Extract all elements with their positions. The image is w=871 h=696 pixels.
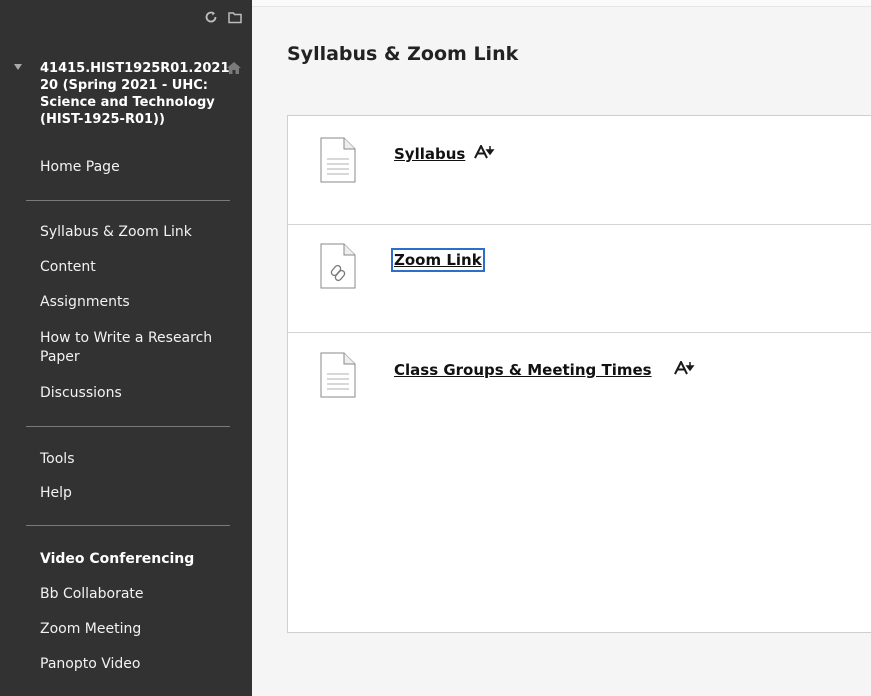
folder-icon[interactable] (228, 9, 242, 24)
sidebar-item-tools[interactable]: Tools (40, 450, 75, 469)
page-title: Syllabus & Zoom Link (287, 43, 519, 65)
link-document-icon (320, 243, 356, 289)
sidebar-item-research-paper[interactable]: How to Write a Research Paper (40, 329, 225, 367)
content-link-class-groups[interactable]: Class Groups & Meeting Times (394, 361, 652, 379)
sidebar-item-discussions[interactable]: Discussions (40, 384, 122, 403)
content-link-zoom-link[interactable]: Zoom Link (391, 248, 485, 272)
sidebar-tools (204, 9, 242, 24)
sidebar-item-content[interactable]: Content (40, 258, 96, 277)
sidebar-divider (26, 426, 230, 427)
collapse-caret-icon[interactable] (14, 64, 22, 70)
home-icon[interactable] (226, 60, 242, 74)
sidebar-section-heading: Video Conferencing (40, 551, 195, 567)
document-icon (320, 137, 356, 183)
refresh-icon[interactable] (204, 9, 218, 23)
sidebar-item-assignments[interactable]: Assignments (40, 293, 130, 312)
sidebar-item-panopto-video[interactable]: Panopto Video (40, 655, 140, 674)
course-title[interactable]: 41415.HIST1925R01.2021 20 (Spring 2021 -… (40, 60, 230, 128)
sidebar-item-home-page[interactable]: Home Page (40, 158, 120, 177)
course-sidebar: 41415.HIST1925R01.2021 20 (Spring 2021 -… (0, 0, 252, 696)
alternative-formats-icon[interactable] (674, 359, 696, 375)
content-link-syllabus[interactable]: Syllabus (394, 145, 465, 163)
alternative-formats-icon[interactable] (474, 143, 496, 159)
content-item: Zoom Link (288, 225, 871, 332)
content-item: Syllabus (288, 116, 871, 224)
content-list: Syllabus Zoom Link Class Groups & Meetin… (287, 115, 871, 633)
sidebar-divider (26, 200, 230, 201)
document-icon (320, 352, 356, 398)
sidebar-item-zoom-meeting[interactable]: Zoom Meeting (40, 620, 141, 639)
sidebar-item-help[interactable]: Help (40, 484, 72, 503)
sidebar-item-syllabus-zoom-link[interactable]: Syllabus & Zoom Link (40, 223, 192, 242)
sidebar-item-bb-collaborate[interactable]: Bb Collaborate (40, 585, 144, 604)
sidebar-divider (26, 525, 230, 526)
content-item: Class Groups & Meeting Times (288, 333, 871, 633)
top-bar (252, 0, 871, 7)
